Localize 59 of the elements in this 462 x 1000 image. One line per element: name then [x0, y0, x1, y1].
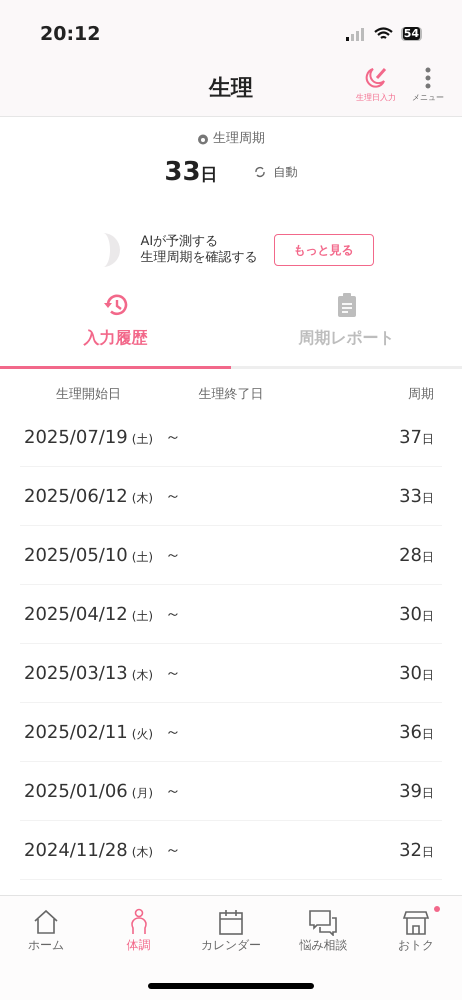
cycle-length: 30 日	[399, 662, 434, 686]
ai-prediction-text: AIが予測する 生理周期を確認する	[140, 234, 258, 266]
menu-button[interactable]: メニュー	[406, 64, 450, 104]
start-date: 2025/03/13 (木)	[24, 662, 154, 686]
history-row[interactable]: 2025/02/11 (火) ～ 36 日	[20, 703, 442, 762]
column-header: 生理開始日	[55, 386, 122, 404]
history-row[interactable]: 2025/04/12 (土) ～ 30 日	[20, 585, 442, 644]
history-row[interactable]: 2025/06/12 (木) ～ 33 日	[20, 467, 442, 526]
cycle-length: 32 日	[399, 838, 434, 862]
range-separator: ～	[165, 426, 182, 448]
range-separator: ～	[165, 544, 182, 566]
cycle-value: 33 日	[164, 156, 218, 188]
column-header: 生理終了日	[197, 386, 264, 404]
range-separator: ～	[165, 721, 182, 743]
menu-icon	[425, 67, 431, 89]
calendar-icon	[217, 908, 246, 936]
cycle-label: 生理周期	[213, 130, 265, 148]
nav-item[interactable]: 悩み相談	[277, 908, 370, 954]
range-separator: ～	[165, 662, 182, 684]
cycle-length: 30 日	[399, 602, 434, 626]
status-time: 20:12	[40, 22, 100, 47]
history-row[interactable]: 2025/01/06 (月) ～ 39 日	[20, 762, 442, 821]
signal-icon	[346, 28, 366, 40]
column-header: 周期	[407, 386, 435, 404]
cycle-length: 28 日	[399, 544, 434, 568]
start-date: 2025/07/19 (土)	[24, 426, 154, 450]
start-date: 2025/02/11 (火)	[24, 720, 154, 744]
wifi-icon	[374, 27, 393, 41]
start-date: 2025/04/12 (土)	[24, 602, 154, 626]
shop-icon	[402, 908, 430, 936]
nav-item[interactable]: おトク	[370, 908, 462, 954]
cycle-length: 39 日	[399, 780, 434, 804]
page-title: 生理	[209, 74, 253, 102]
history-row[interactable]: 2025/05/10 (土) ～ 28 日	[20, 526, 442, 585]
cycle-length: 33 日	[399, 484, 434, 508]
history-icon	[102, 292, 128, 318]
range-separator: ～	[165, 485, 182, 507]
see-more-button[interactable]: もっと見る	[274, 234, 374, 266]
start-date: 2024/11/28 (木)	[24, 838, 154, 862]
start-date: 2025/06/12 (木)	[24, 484, 154, 508]
nav-item[interactable]: カレンダー	[184, 908, 278, 954]
battery-indicator: 54	[400, 27, 422, 41]
range-separator: ～	[165, 839, 182, 861]
history-row[interactable]: 2024/11/28 (木) ～ 32 日	[20, 821, 442, 880]
history-row[interactable]: 2025/03/13 (木) ～ 30 日	[20, 644, 442, 703]
mode-label: 自動	[274, 164, 298, 181]
home-icon	[32, 908, 60, 936]
chat-icon	[308, 908, 338, 936]
range-separator: ～	[165, 780, 182, 802]
start-date: 2025/01/06 (月)	[24, 780, 154, 804]
drop-icon	[197, 132, 209, 145]
nav-item[interactable]: ホーム	[0, 908, 92, 954]
cycle-length: 36 日	[399, 720, 434, 744]
range-separator: ～	[165, 603, 182, 625]
history-row[interactable]: 2025/07/19 (土) ～ 37 日	[20, 408, 442, 467]
tab[interactable]: 入力履歴	[0, 292, 231, 368]
cycle-length: 37 日	[399, 426, 434, 450]
start-date: 2025/05/10 (土)	[24, 544, 154, 568]
sync-icon	[254, 166, 266, 178]
